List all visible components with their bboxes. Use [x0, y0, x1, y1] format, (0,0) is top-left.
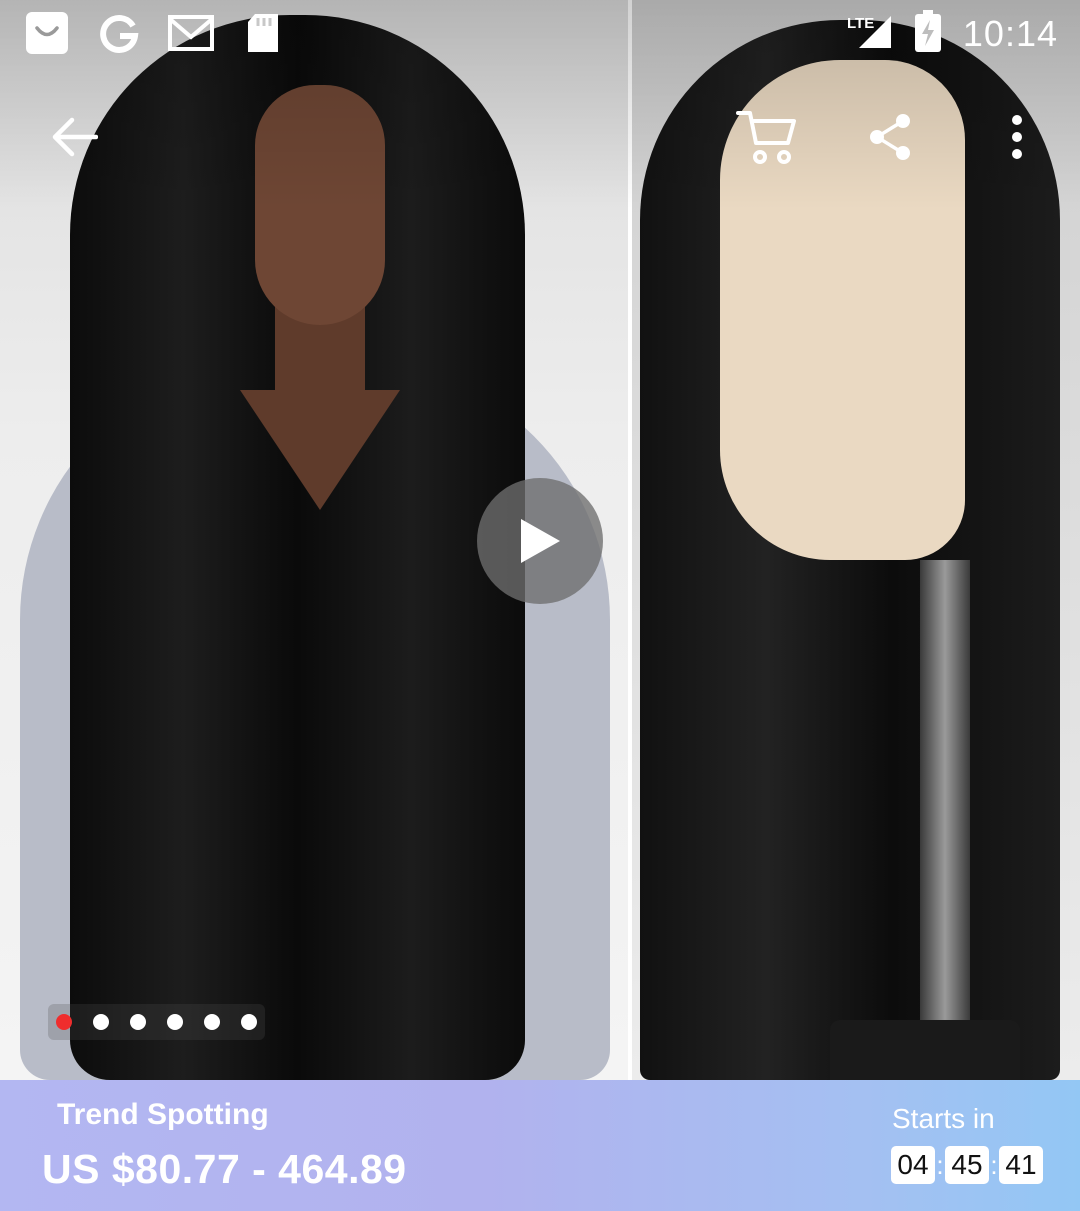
lte-signal-icon: LTE: [847, 12, 893, 55]
shopping-cart-icon: [736, 111, 796, 164]
countdown-timer: 04 : 45 : 41: [891, 1146, 1043, 1184]
wig-stand-shape: [920, 560, 970, 1030]
aliexpress-icon: [24, 10, 70, 56]
pager-dot[interactable]: [204, 1014, 220, 1030]
network-label: LTE: [847, 15, 874, 32]
gallery-pager: [48, 1004, 265, 1040]
share-icon: [870, 114, 910, 160]
notification-icons: [24, 10, 286, 56]
price-range: US $80.77 - 464.89: [42, 1146, 407, 1192]
promo-banner: Trend Spotting US $80.77 - 464.89 Starts…: [0, 1080, 1080, 1211]
more-options-button[interactable]: [995, 105, 1039, 169]
back-button[interactable]: [40, 105, 110, 169]
clock: 10:14: [962, 12, 1058, 54]
promo-title: Trend Spotting: [57, 1098, 269, 1131]
play-video-button[interactable]: [477, 478, 603, 604]
countdown-minutes: 45: [945, 1146, 989, 1184]
pager-dot[interactable]: [241, 1014, 257, 1030]
play-icon: [521, 519, 560, 563]
google-icon: [96, 10, 142, 56]
sd-card-icon: [240, 10, 286, 56]
starts-in-label: Starts in: [892, 1103, 995, 1134]
neckline-shape: [240, 390, 400, 510]
countdown-separator: :: [990, 1150, 998, 1180]
countdown-seconds: 41: [999, 1146, 1043, 1184]
gmail-icon: [168, 10, 214, 56]
pager-dot[interactable]: [93, 1014, 109, 1030]
more-vert-icon: [1012, 115, 1022, 159]
pager-dot[interactable]: [130, 1014, 146, 1030]
status-bar: LTE 10:14: [0, 0, 1080, 66]
countdown-hours: 04: [891, 1146, 935, 1184]
battery-charging-icon: [914, 10, 941, 57]
share-button[interactable]: [858, 105, 922, 169]
cart-button[interactable]: [730, 100, 804, 174]
arrow-back-icon: [52, 117, 98, 157]
pager-dot[interactable]: [167, 1014, 183, 1030]
pager-dot[interactable]: [56, 1014, 72, 1030]
status-right: LTE 10:14: [847, 10, 1058, 57]
wig-stand-base-shape: [830, 1020, 1020, 1080]
countdown-separator: :: [936, 1150, 944, 1180]
